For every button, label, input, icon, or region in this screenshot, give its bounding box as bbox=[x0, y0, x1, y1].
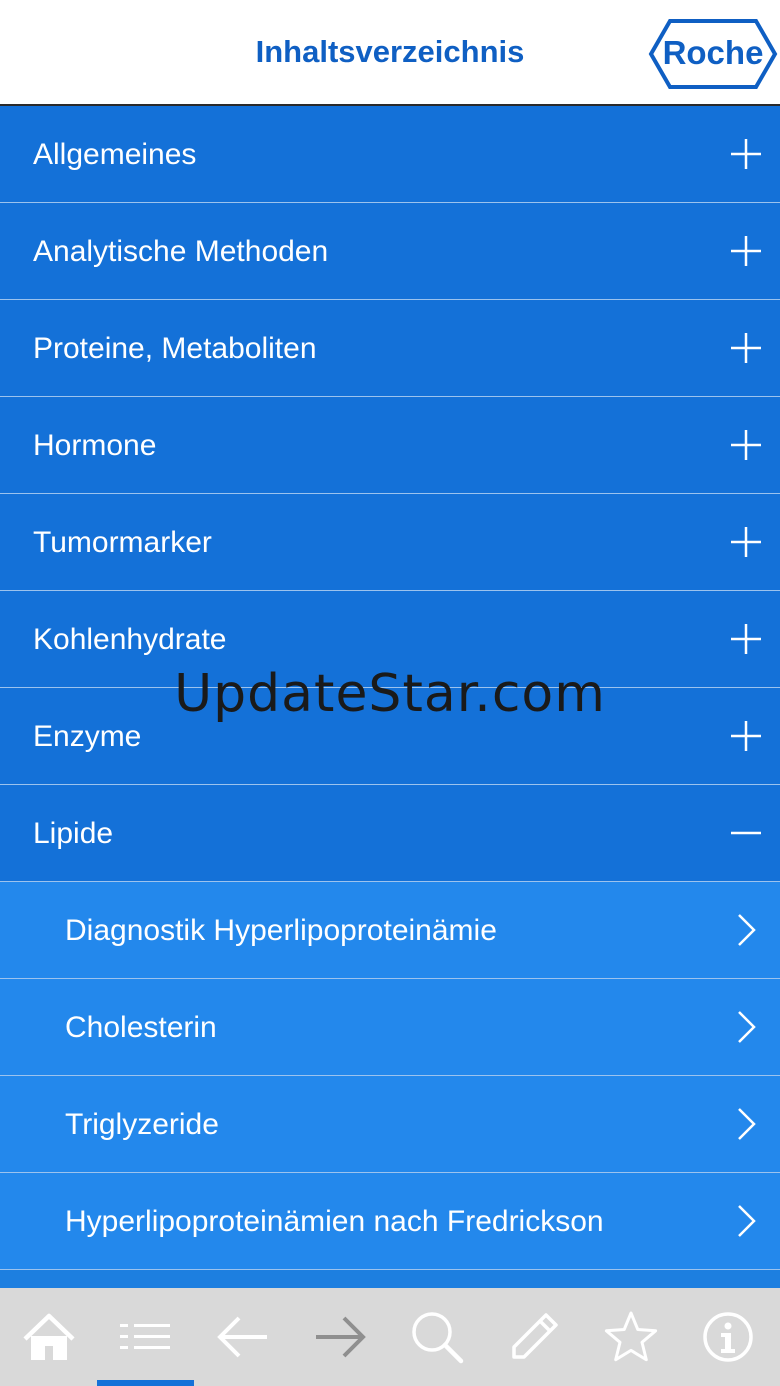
category-lipide[interactable]: Lipide bbox=[0, 785, 780, 882]
chevron-right-icon bbox=[738, 914, 756, 946]
subitem-cholesterin[interactable]: Cholesterin bbox=[0, 979, 780, 1076]
subitem-label: Cholesterin bbox=[65, 1011, 217, 1044]
plus-icon bbox=[731, 139, 761, 169]
nav-favorites-button[interactable] bbox=[582, 1288, 679, 1386]
plus-icon bbox=[731, 430, 761, 460]
category-label: Hormone bbox=[33, 429, 157, 462]
info-icon bbox=[702, 1312, 753, 1362]
plus-icon bbox=[731, 527, 761, 557]
home-icon bbox=[22, 1313, 75, 1360]
subitem-label: Diagnostik Hyperlipoproteinämie bbox=[65, 914, 497, 947]
nav-info-button[interactable] bbox=[679, 1288, 776, 1386]
subitem-label: Hyperlipoproteinämien nach Fredrickson bbox=[65, 1205, 604, 1238]
nav-back-button[interactable] bbox=[194, 1288, 291, 1386]
subitem-label: Triglyzeride bbox=[65, 1108, 219, 1141]
pencil-icon bbox=[511, 1313, 558, 1359]
subitem-diagnostik-hyperlipoproteinaemie[interactable]: Diagnostik Hyperlipoproteinämie bbox=[0, 882, 780, 979]
category-label: Kohlenhydrate bbox=[33, 623, 227, 656]
category-enzyme[interactable]: Enzyme bbox=[0, 688, 780, 785]
category-proteine-metaboliten[interactable]: Proteine, Metaboliten bbox=[0, 300, 780, 397]
nav-contents-button[interactable] bbox=[97, 1288, 194, 1386]
category-label: Analytische Methoden bbox=[33, 235, 329, 268]
chevron-right-icon bbox=[738, 1108, 756, 1140]
category-label: Allgemeines bbox=[33, 138, 197, 171]
top-header: Inhaltsverzeichnis Roche bbox=[0, 0, 780, 106]
chevron-right-icon bbox=[738, 1205, 756, 1237]
nav-notes-button[interactable] bbox=[485, 1288, 582, 1386]
nav-forward-button[interactable] bbox=[291, 1288, 388, 1386]
search-icon bbox=[411, 1312, 463, 1364]
arrow-left-icon bbox=[216, 1316, 267, 1358]
minus-icon bbox=[731, 831, 761, 835]
bottom-navigation-bar bbox=[0, 1288, 780, 1386]
plus-icon bbox=[731, 624, 761, 654]
plus-icon bbox=[731, 721, 761, 751]
category-analytische-methoden[interactable]: Analytische Methoden bbox=[0, 203, 780, 300]
category-label: Lipide bbox=[33, 817, 114, 850]
subitem-hyperlipoproteinaemien-fredrickson[interactable]: Hyperlipoproteinämien nach Fredrickson bbox=[0, 1173, 780, 1270]
category-allgemeines[interactable]: Allgemeines bbox=[0, 106, 780, 203]
category-hormone[interactable]: Hormone bbox=[0, 397, 780, 494]
svg-text:Roche: Roche bbox=[663, 34, 764, 71]
category-label: Enzyme bbox=[33, 720, 142, 753]
nav-home-button[interactable] bbox=[0, 1288, 97, 1386]
subitem-triglyzeride[interactable]: Triglyzeride bbox=[0, 1076, 780, 1173]
plus-icon bbox=[731, 333, 761, 363]
chevron-right-icon bbox=[738, 1011, 756, 1043]
category-kohlenhydrate[interactable]: Kohlenhydrate bbox=[0, 591, 780, 688]
category-label: Proteine, Metaboliten bbox=[33, 332, 317, 365]
roche-logo[interactable]: Roche bbox=[648, 18, 778, 90]
list-icon bbox=[119, 1324, 170, 1349]
category-tumormarker[interactable]: Tumormarker bbox=[0, 494, 780, 591]
plus-icon bbox=[731, 236, 761, 266]
arrow-right-icon bbox=[315, 1316, 366, 1358]
category-label: Tumormarker bbox=[33, 526, 212, 559]
star-icon bbox=[604, 1311, 657, 1362]
table-of-contents: Allgemeines Analytische Methoden Protein… bbox=[0, 106, 780, 1270]
nav-search-button[interactable] bbox=[388, 1288, 485, 1386]
